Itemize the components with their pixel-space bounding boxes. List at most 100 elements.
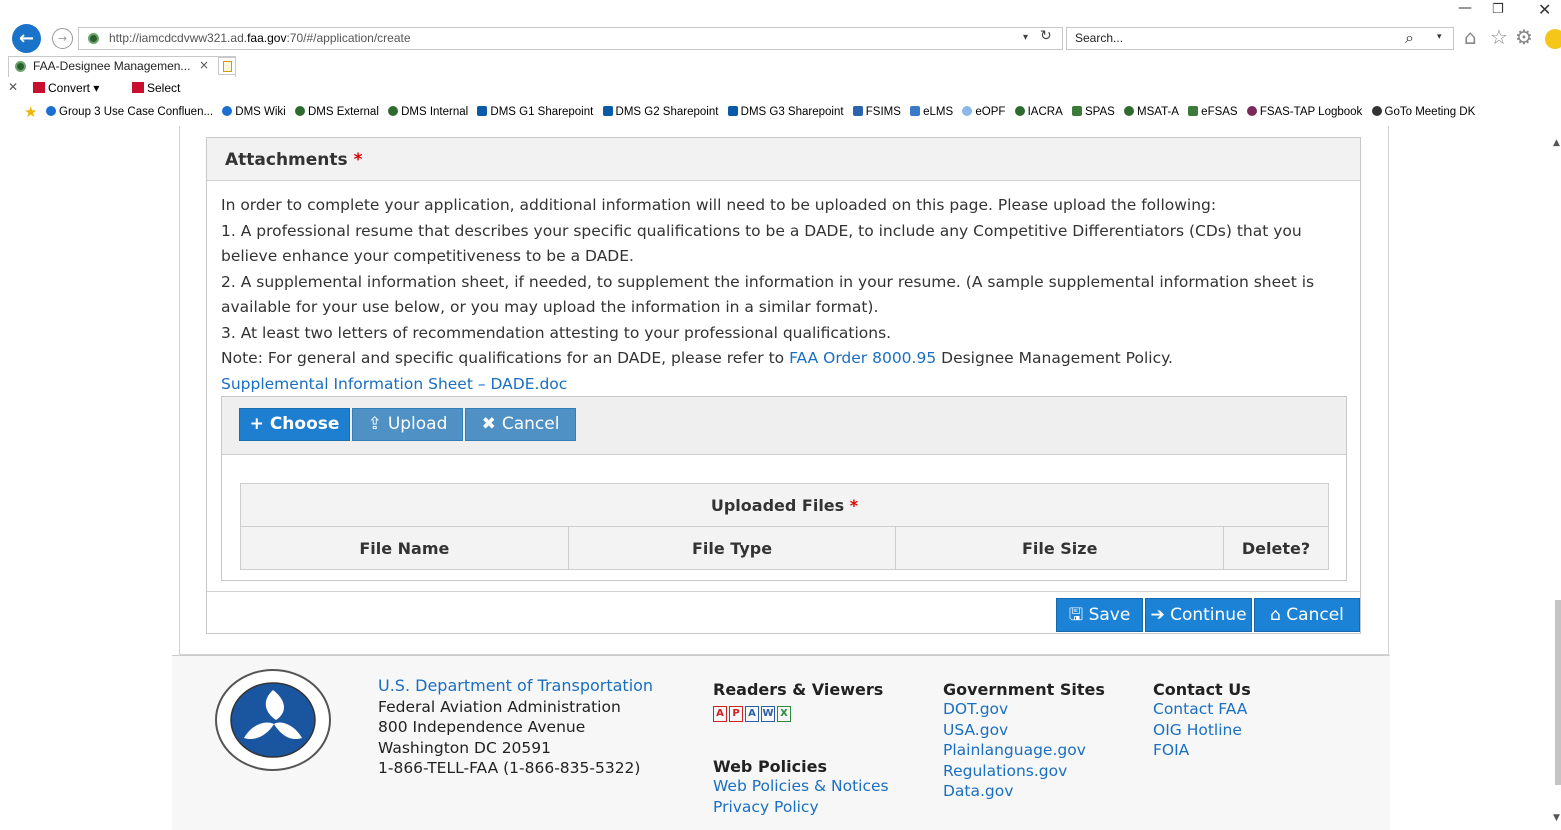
site-footer: U.S. Department of Transportation Federa… <box>172 655 1390 830</box>
pdf-select-icon <box>132 82 144 93</box>
refresh-icon[interactable]: ↻ <box>1040 28 1052 44</box>
gov-site-link[interactable]: Data.gov <box>943 782 1013 800</box>
footer-web-policies: Web Policies Web Policies & Notices Priv… <box>713 757 889 817</box>
pdf-reader-icon[interactable]: A <box>713 706 727 722</box>
column-file-name: File Name <box>240 526 569 570</box>
arrow-right-icon: ➔ <box>1150 605 1165 625</box>
gov-site-link[interactable]: Plainlanguage.gov <box>943 741 1086 759</box>
instructions-item-2: 2. A supplemental information sheet, if … <box>221 272 1315 317</box>
choose-button[interactable]: + Choose <box>239 408 350 441</box>
favorite-icon <box>1124 106 1134 116</box>
feedback-smiley-icon[interactable] <box>1545 29 1561 49</box>
scroll-up-icon[interactable]: ▲ <box>1553 138 1560 148</box>
favorite-icon <box>727 106 738 116</box>
footer-government-sites: Government Sites DOT.gov USA.gov Plainla… <box>943 680 1105 802</box>
favorite-item[interactable]: DMS Wiki <box>222 106 286 118</box>
browser-tab[interactable]: FAA-Designee Managemen... × <box>8 56 236 77</box>
favorite-item[interactable]: FSIMS <box>852 106 901 118</box>
contact-link[interactable]: FOIA <box>1153 741 1189 759</box>
favorite-icon <box>477 106 488 116</box>
contact-title: Contact Us <box>1153 680 1251 699</box>
site-icon <box>88 33 99 44</box>
column-file-type: File Type <box>567 526 897 570</box>
convert-dropdown-icon[interactable]: ▾ <box>93 81 99 95</box>
window-restore-button[interactable]: ❐ <box>1492 2 1504 17</box>
save-button[interactable]: 🖫 Save <box>1056 598 1143 632</box>
plus-icon: + <box>249 414 264 434</box>
favorite-item[interactable]: eLMS <box>910 106 953 118</box>
favorites-star-icon[interactable]: ☆ <box>1490 25 1508 49</box>
privacy-policy-link[interactable]: Privacy Policy <box>713 798 819 816</box>
footer-readers-viewers: Readers & Viewers APAWX <box>713 680 883 722</box>
attachments-section: Attachments * In order to complete your … <box>206 137 1361 634</box>
favorite-item[interactable]: DMS External <box>294 106 379 118</box>
web-policies-title: Web Policies <box>713 757 827 776</box>
gov-site-link[interactable]: USA.gov <box>943 721 1008 739</box>
readers-title: Readers & Viewers <box>713 680 884 699</box>
favorites-list: Group 3 Use Case Confluen... DMS Wiki DM… <box>46 106 1481 118</box>
tab-close-icon[interactable]: × <box>199 58 209 72</box>
contact-link[interactable]: Contact FAA <box>1153 700 1247 718</box>
favorite-item[interactable]: eOPF <box>962 106 1005 118</box>
scroll-down-icon[interactable]: ▼ <box>1553 813 1560 823</box>
column-file-size: File Size <box>895 526 1225 570</box>
favorite-item[interactable]: DMS G1 Sharepoint <box>477 106 593 118</box>
favorite-icon <box>962 106 973 116</box>
select-button[interactable]: Select <box>132 81 180 95</box>
new-tab-button[interactable] <box>218 57 236 75</box>
attachments-header: Attachments * <box>207 138 1360 181</box>
tab-site-icon <box>15 61 26 72</box>
home-icon[interactable]: ⌂ <box>1464 25 1477 49</box>
convert-menu[interactable]: Convert ▾ <box>33 81 99 95</box>
gear-icon[interactable]: ⚙ <box>1515 25 1533 49</box>
upload-icon: ⇪ <box>367 414 382 434</box>
favorites-add-icon[interactable]: ★ <box>24 103 37 121</box>
access-viewer-icon[interactable]: A <box>745 706 759 722</box>
upload-button[interactable]: ⇪ Upload <box>352 408 463 441</box>
favorite-item[interactable]: Group 3 Use Case Confluen... <box>46 106 213 118</box>
supplemental-sheet-link[interactable]: Supplemental Information Sheet – DADE.do… <box>221 375 567 393</box>
favorite-item[interactable]: DMS Internal <box>388 106 468 118</box>
search-placeholder: Search... <box>1075 31 1124 45</box>
search-box[interactable]: Search... <box>1066 27 1454 50</box>
excel-viewer-icon[interactable]: X <box>777 706 791 722</box>
word-viewer-icon[interactable]: W <box>761 706 775 722</box>
favorite-item[interactable]: FSAS-TAP Logbook <box>1246 106 1362 118</box>
attachments-title: Attachments * <box>225 150 363 170</box>
faa-order-link[interactable]: FAA Order 8000.95 <box>789 349 936 367</box>
search-dropdown-icon[interactable]: ▾ <box>1437 32 1442 42</box>
web-policies-link[interactable]: Web Policies & Notices <box>713 777 889 795</box>
gov-site-link[interactable]: Regulations.gov <box>943 762 1067 780</box>
favorite-item[interactable]: DMS G3 Sharepoint <box>727 106 844 118</box>
command-bar-close-icon[interactable]: ✕ <box>8 80 18 94</box>
favorite-item[interactable]: eFSAS <box>1188 106 1238 118</box>
gov-site-link[interactable]: DOT.gov <box>943 700 1008 718</box>
url-text[interactable]: http://iamcdcdvww321.ad.faa.gov:70/#/app… <box>109 31 411 45</box>
back-button[interactable]: ← <box>12 24 41 53</box>
contact-link[interactable]: OIG Hotline <box>1153 721 1242 739</box>
tab-title: FAA-Designee Managemen... <box>33 59 191 73</box>
favorite-icon <box>1071 106 1082 116</box>
required-marker: * <box>849 495 859 515</box>
upload-cancel-button[interactable]: ✖ Cancel <box>465 408 576 441</box>
forward-button[interactable]: → <box>52 28 73 49</box>
window-close-button[interactable]: ✕ <box>1538 0 1551 19</box>
dot-link[interactable]: U.S. Department of Transportation <box>378 676 653 695</box>
scroll-thumb[interactable] <box>1555 600 1561 785</box>
address-bar[interactable]: http://iamcdcdvww321.ad.faa.gov:70/#/app… <box>78 27 1063 50</box>
powerpoint-viewer-icon[interactable]: P <box>729 706 743 722</box>
favorite-icon <box>1188 106 1199 116</box>
address-dropdown-icon[interactable]: ▾ <box>1023 32 1028 43</box>
favorite-item[interactable]: MSAT-A <box>1124 106 1179 118</box>
favorite-item[interactable]: DMS G2 Sharepoint <box>602 106 718 118</box>
continue-button[interactable]: ➔ Continue <box>1145 598 1252 632</box>
window-minimize-button[interactable]: — <box>1458 0 1472 16</box>
search-icon[interactable]: ⌕ <box>1405 28 1414 48</box>
section-divider <box>207 591 1360 592</box>
favorite-item[interactable]: SPAS <box>1071 106 1115 118</box>
favorite-item[interactable]: IACRA <box>1014 106 1063 118</box>
close-icon: ✖ <box>481 414 496 434</box>
dot-seal-icon <box>215 669 331 771</box>
cancel-button[interactable]: ⌂ Cancel <box>1254 598 1360 632</box>
favorite-item[interactable]: GoTo Meeting DK <box>1371 106 1475 118</box>
